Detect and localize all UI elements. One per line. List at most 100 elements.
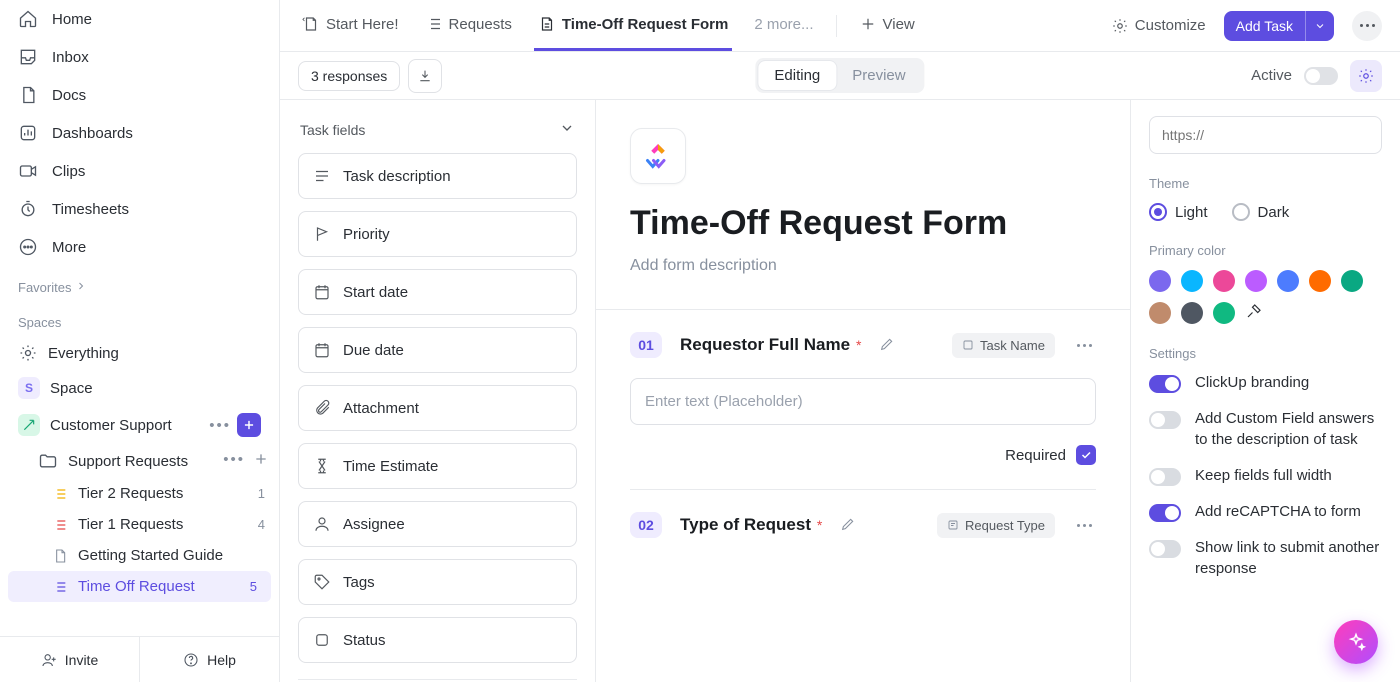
form-settings-button[interactable] (1350, 60, 1382, 92)
field-type-pill[interactable]: Request Type (937, 513, 1055, 538)
field-start-date[interactable]: Start date (298, 269, 577, 315)
question-placeholder-input[interactable] (630, 378, 1096, 425)
redirect-url-input[interactable] (1149, 116, 1382, 154)
add-folder-item-button[interactable] (253, 451, 269, 471)
color-swatch[interactable] (1181, 270, 1203, 292)
primary-color-label: Primary color (1149, 243, 1382, 258)
list-icon (52, 579, 68, 595)
sidebar-list-getting-started[interactable]: Getting Started Guide (0, 540, 279, 571)
add-space-button[interactable] (237, 413, 261, 437)
sidebar-item-space[interactable]: S Space (0, 370, 279, 406)
topbar-more-button[interactable] (1352, 11, 1382, 41)
sidebar-item-support-requests[interactable]: Support Requests ••• (0, 444, 279, 478)
nav-home[interactable]: Home (0, 0, 279, 38)
color-swatch[interactable] (1149, 270, 1171, 292)
mode-editing[interactable]: Editing (758, 61, 836, 90)
form-description[interactable]: Add form description (630, 257, 1096, 275)
sidebar-footer: Invite Help (0, 636, 279, 682)
color-swatch[interactable] (1213, 302, 1235, 324)
field-type-pill[interactable]: Task Name (952, 333, 1055, 358)
color-swatch[interactable] (1181, 302, 1203, 324)
color-swatch[interactable] (1149, 302, 1171, 324)
ellipsis-icon[interactable]: ••• (209, 417, 231, 434)
toggle-branding[interactable] (1149, 375, 1181, 393)
add-task-button[interactable]: Add Task (1224, 11, 1334, 41)
nav-label: Timesheets (52, 201, 129, 218)
inbox-icon (18, 47, 38, 67)
theme-light-radio[interactable]: Light (1149, 203, 1208, 221)
theme-dark-radio[interactable]: Dark (1232, 203, 1290, 221)
field-task-description[interactable]: Task description (298, 153, 577, 199)
field-priority[interactable]: Priority (298, 211, 577, 257)
question-card[interactable]: 02 Type of Request * Request Type (630, 490, 1096, 562)
field-assignee[interactable]: Assignee (298, 501, 577, 547)
tab-requests[interactable]: Requests (421, 0, 516, 51)
nav-label: Home (52, 11, 92, 28)
responses-button[interactable]: 3 responses (298, 61, 400, 91)
edit-title-button[interactable] (879, 336, 895, 355)
nav-more[interactable]: More (0, 228, 279, 266)
customize-button[interactable]: Customize (1111, 17, 1206, 35)
tab-add-view[interactable]: View (855, 0, 919, 51)
topbar: Start Here! Requests Time-Off Request Fo… (280, 0, 1400, 52)
question-menu-button[interactable] (1073, 524, 1096, 527)
tab-more[interactable]: 2 more... (750, 0, 817, 51)
space-avatar (18, 414, 40, 436)
ellipsis-icon[interactable]: ••• (223, 451, 245, 471)
mode-preview[interactable]: Preview (836, 61, 921, 90)
field-tags[interactable]: Tags (298, 559, 577, 605)
nav-inbox[interactable]: Inbox (0, 38, 279, 76)
active-toggle[interactable] (1304, 67, 1338, 85)
color-swatch[interactable] (1341, 270, 1363, 292)
nav-label: Dashboards (52, 125, 133, 142)
download-button[interactable] (408, 59, 442, 93)
question-title[interactable]: Requestor Full Name (680, 335, 850, 354)
active-label: Active (1251, 67, 1292, 84)
toggle-full-width[interactable] (1149, 468, 1181, 486)
clickup-logo-icon (643, 141, 673, 171)
field-time-estimate[interactable]: Time Estimate (298, 443, 577, 489)
sidebar-list-time-off[interactable]: Time Off Request 5 (8, 571, 271, 602)
task-fields-panel: Task fields Task description Priority St… (280, 100, 596, 682)
field-attachment[interactable]: Attachment (298, 385, 577, 431)
nav-clips[interactable]: Clips (0, 152, 279, 190)
docs-icon (18, 85, 38, 105)
toggle-another-response[interactable] (1149, 540, 1181, 558)
form-title[interactable]: Time-Off Request Form (630, 204, 1096, 243)
tab-start-here[interactable]: Start Here! (298, 0, 403, 51)
task-fields-header[interactable]: Task fields (298, 114, 577, 153)
nav-docs[interactable]: Docs (0, 76, 279, 114)
field-due-date[interactable]: Due date (298, 327, 577, 373)
sidebar-list-tier1[interactable]: Tier 1 Requests 4 (0, 509, 279, 540)
favorites-label[interactable]: Favorites (0, 266, 279, 301)
question-number: 02 (630, 512, 662, 538)
form-settings-panel: Theme Light Dark Primary color (1130, 100, 1400, 682)
custom-color-button[interactable] (1245, 302, 1263, 324)
invite-button[interactable]: Invite (0, 637, 139, 682)
color-swatch[interactable] (1309, 270, 1331, 292)
edit-title-button[interactable] (840, 516, 856, 535)
color-swatch[interactable] (1277, 270, 1299, 292)
tab-time-off-form[interactable]: Time-Off Request Form (534, 0, 732, 51)
toggle-cf-to-description[interactable] (1149, 411, 1181, 429)
field-status[interactable]: Status (298, 617, 577, 663)
required-checkbox[interactable] (1076, 445, 1096, 465)
add-task-caret[interactable] (1305, 11, 1334, 41)
toggle-recaptcha[interactable] (1149, 504, 1181, 522)
required-star-icon: * (817, 517, 822, 533)
color-picker (1149, 270, 1382, 324)
ai-fab-button[interactable] (1334, 620, 1378, 664)
list-icon (52, 517, 68, 533)
question-menu-button[interactable] (1073, 344, 1096, 347)
form-logo[interactable] (630, 128, 686, 184)
color-swatch[interactable] (1213, 270, 1235, 292)
question-title[interactable]: Type of Request (680, 515, 811, 534)
sidebar-list-tier2[interactable]: Tier 2 Requests 1 (0, 478, 279, 509)
sidebar-item-customer-support[interactable]: Customer Support ••• (0, 406, 279, 444)
nav-dashboards[interactable]: Dashboards (0, 114, 279, 152)
nav-timesheets[interactable]: Timesheets (0, 190, 279, 228)
sidebar-item-everything[interactable]: Everything (0, 336, 279, 370)
color-swatch[interactable] (1245, 270, 1267, 292)
question-card[interactable]: 01 Requestor Full Name * Task Name (630, 310, 1096, 490)
help-button[interactable]: Help (140, 637, 279, 682)
